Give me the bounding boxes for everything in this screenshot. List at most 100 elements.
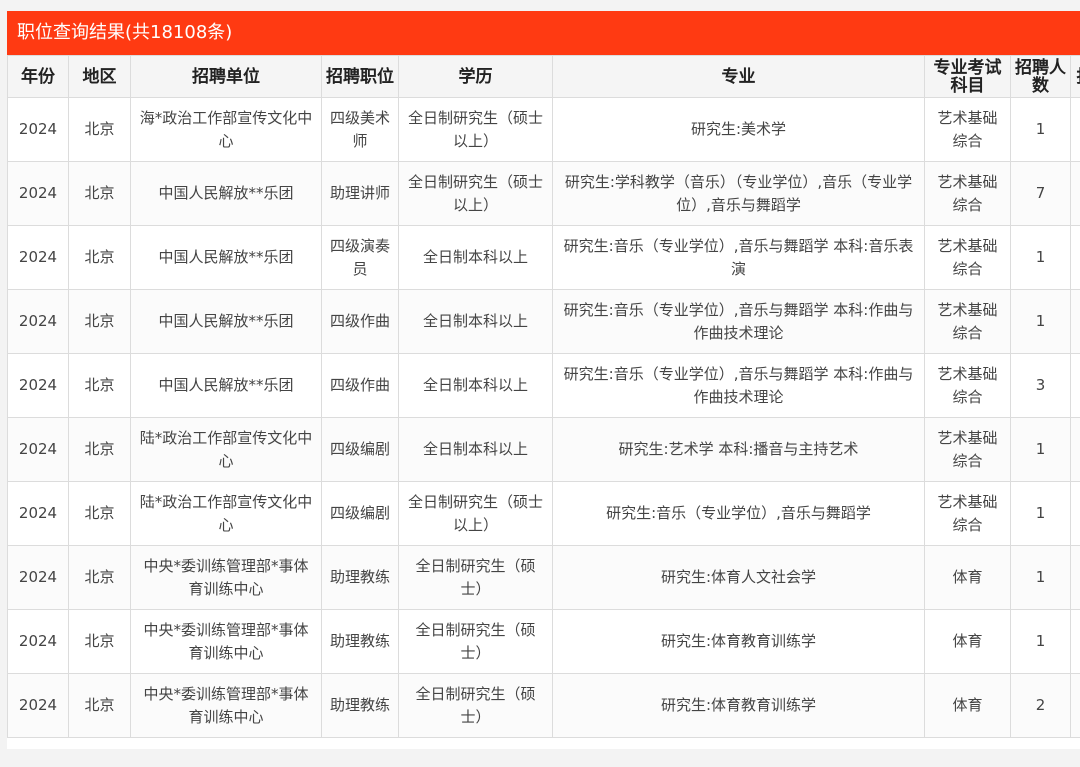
cell-year: 2024: [7, 353, 69, 418]
cell-region: 北京: [68, 161, 131, 226]
cell-region: 北京: [68, 673, 131, 738]
cell-education: 全日制研究生（硕士以上）: [398, 161, 553, 226]
cell-region: 北京: [68, 225, 131, 290]
cell-apply: [1070, 609, 1080, 674]
cell-exam-subject: 艺术基础综合: [924, 161, 1011, 226]
cell-position: 助理讲师: [321, 161, 399, 226]
cell-headcount: 1: [1010, 289, 1071, 354]
cell-exam-subject: 体育: [924, 545, 1011, 610]
cell-year: 2024: [7, 417, 69, 482]
cell-position: 四级作曲: [321, 353, 399, 418]
cell-year: 2024: [7, 609, 69, 674]
cell-unit: 陆*政治工作部宣传文化中心: [130, 417, 322, 482]
col-major-header: 专业: [552, 55, 925, 98]
cell-year: 2024: [7, 161, 69, 226]
cell-unit: 中央*委训练管理部*事体育训练中心: [130, 545, 322, 610]
col-apply-header: 报: [1070, 55, 1080, 98]
cell-position: 四级美术师: [321, 97, 399, 162]
cell-year: 2024: [7, 673, 69, 738]
cell-exam-subject: 体育: [924, 609, 1011, 674]
cell-region: 北京: [68, 545, 131, 610]
cell-education: 全日制研究生（硕士）: [398, 545, 553, 610]
table-row: 2024 北京 中央*委训练管理部*事体育训练中心 助理教练 全日制研究生（硕士…: [7, 545, 1080, 610]
cell-headcount: 1: [1010, 609, 1071, 674]
cell-position: 助理教练: [321, 673, 399, 738]
cell-position: 四级编剧: [321, 417, 399, 482]
cell-major: 研究生:音乐（专业学位）,音乐与舞蹈学 本科:音乐表演: [552, 225, 925, 290]
results-title: 职位查询结果(共18108条): [7, 11, 1080, 55]
cell-position: 四级演奏员: [321, 225, 399, 290]
cell-position: 助理教练: [321, 545, 399, 610]
cell-education: 全日制本科以上: [398, 353, 553, 418]
cell-education: 全日制研究生（硕士以上）: [398, 481, 553, 546]
cell-education: 全日制研究生（硕士）: [398, 673, 553, 738]
col-year-header: 年份: [7, 55, 69, 98]
col-exam-subject-header: 专业考试科目: [924, 55, 1011, 98]
cell-position: 四级编剧: [321, 481, 399, 546]
cell-unit: 中国人民解放**乐团: [130, 225, 322, 290]
cell-unit: 中央*委训练管理部*事体育训练中心: [130, 609, 322, 674]
cell-unit: 中国人民解放**乐团: [130, 161, 322, 226]
cell-unit: 陆*政治工作部宣传文化中心: [130, 481, 322, 546]
table-row: 2024 北京 陆*政治工作部宣传文化中心 四级编剧 全日制本科以上 研究生:艺…: [7, 417, 1080, 482]
cell-region: 北京: [68, 353, 131, 418]
cell-major: 研究生:音乐（专业学位）,音乐与舞蹈学: [552, 481, 925, 546]
header-row: 年份 地区 招聘单位 招聘职位 学历 专业 专业考试科目 招聘人数 报: [7, 55, 1080, 98]
cell-position: 助理教练: [321, 609, 399, 674]
table-row: 2024 北京 陆*政治工作部宣传文化中心 四级编剧 全日制研究生（硕士以上） …: [7, 481, 1080, 546]
cell-major: 研究生:体育教育训练学: [552, 609, 925, 674]
table-row: 2024 北京 中国人民解放**乐团 四级演奏员 全日制本科以上 研究生:音乐（…: [7, 225, 1080, 290]
cell-headcount: 1: [1010, 481, 1071, 546]
cell-exam-subject: 艺术基础综合: [924, 353, 1011, 418]
cell-apply: [1070, 161, 1080, 226]
cell-exam-subject: 艺术基础综合: [924, 225, 1011, 290]
cell-unit: 中央*委训练管理部*事体育训练中心: [130, 673, 322, 738]
col-unit-header: 招聘单位: [130, 55, 322, 98]
cell-headcount: 1: [1010, 417, 1071, 482]
cell-apply: [1070, 353, 1080, 418]
cell-headcount: 1: [1010, 545, 1071, 610]
cell-region: 北京: [68, 97, 131, 162]
cell-region: 北京: [68, 481, 131, 546]
col-education-header: 学历: [398, 55, 553, 98]
cell-education: 全日制研究生（硕士）: [398, 609, 553, 674]
cell-major: 研究生:体育教育训练学: [552, 673, 925, 738]
table-row: 2024 北京 中国人民解放**乐团 助理讲师 全日制研究生（硕士以上） 研究生…: [7, 161, 1080, 226]
col-position-header: 招聘职位: [321, 55, 399, 98]
cell-exam-subject: 体育: [924, 673, 1011, 738]
table-row: 2024 北京 海*政治工作部宣传文化中心 四级美术师 全日制研究生（硕士以上）…: [7, 97, 1080, 162]
col-headcount-header: 招聘人数: [1010, 55, 1071, 98]
col-region-header: 地区: [68, 55, 131, 98]
cell-headcount: 1: [1010, 97, 1071, 162]
cell-apply: [1070, 225, 1080, 290]
cell-year: 2024: [7, 545, 69, 610]
cell-major: 研究生:音乐（专业学位）,音乐与舞蹈学 本科:作曲与作曲技术理论: [552, 289, 925, 354]
cell-education: 全日制本科以上: [398, 225, 553, 290]
cell-region: 北京: [68, 609, 131, 674]
cell-year: 2024: [7, 97, 69, 162]
cell-major: 研究生:音乐（专业学位）,音乐与舞蹈学 本科:作曲与作曲技术理论: [552, 353, 925, 418]
cell-region: 北京: [68, 417, 131, 482]
cell-major: 研究生:体育人文社会学: [552, 545, 925, 610]
results-table: 年份 地区 招聘单位 招聘职位 学历 专业 专业考试科目 招聘人数 报 2024…: [7, 55, 1080, 738]
cell-education: 全日制研究生（硕士以上）: [398, 97, 553, 162]
cell-apply: [1070, 481, 1080, 546]
cell-major: 研究生:学科教学（音乐）（专业学位）,音乐（专业学位）,音乐与舞蹈学: [552, 161, 925, 226]
cell-unit: 中国人民解放**乐团: [130, 289, 322, 354]
cell-major: 研究生:美术学: [552, 97, 925, 162]
cell-region: 北京: [68, 289, 131, 354]
cell-education: 全日制本科以上: [398, 289, 553, 354]
cell-unit: 海*政治工作部宣传文化中心: [130, 97, 322, 162]
table-row: 2024 北京 中央*委训练管理部*事体育训练中心 助理教练 全日制研究生（硕士…: [7, 609, 1080, 674]
cell-major: 研究生:艺术学 本科:播音与主持艺术: [552, 417, 925, 482]
cell-headcount: 7: [1010, 161, 1071, 226]
cell-exam-subject: 艺术基础综合: [924, 97, 1011, 162]
cell-headcount: 1: [1010, 225, 1071, 290]
cell-year: 2024: [7, 225, 69, 290]
table-row: 2024 北京 中国人民解放**乐团 四级作曲 全日制本科以上 研究生:音乐（专…: [7, 289, 1080, 354]
cell-exam-subject: 艺术基础综合: [924, 289, 1011, 354]
cell-education: 全日制本科以上: [398, 417, 553, 482]
cell-exam-subject: 艺术基础综合: [924, 417, 1011, 482]
cell-position: 四级作曲: [321, 289, 399, 354]
cell-headcount: 3: [1010, 353, 1071, 418]
